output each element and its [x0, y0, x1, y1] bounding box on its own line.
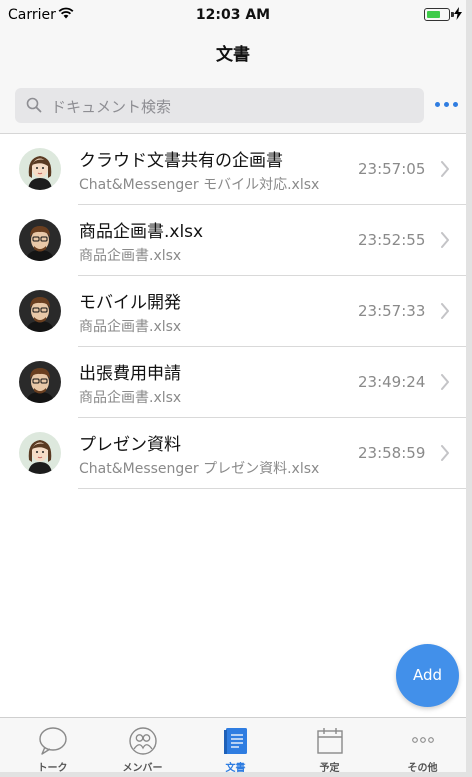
- document-row[interactable]: プレゼン資料 Chat&Messenger プレゼン資料.xlsx 23:58:59: [0, 418, 466, 489]
- status-bar: Carrier 12:03 AM: [0, 0, 466, 30]
- document-title: モバイル開発: [79, 293, 181, 313]
- document-title: 商品企画書.xlsx: [79, 222, 204, 242]
- document-list: クラウド文書共有の企画書 Chat&Messenger モバイル対応.xlsx 23…: [0, 134, 466, 489]
- more-options-icon[interactable]: [435, 95, 461, 113]
- tab-documents[interactable]: 文書: [189, 718, 282, 774]
- tab-label: 予定: [319, 763, 340, 774]
- chevron-right-icon: [440, 303, 450, 323]
- tab-label: トーク: [37, 763, 68, 774]
- chat-bubble-icon: [6, 726, 99, 756]
- tab-label: メンバー: [122, 763, 163, 774]
- male-avatar: [19, 361, 61, 403]
- document-time: 23:57:33: [358, 302, 426, 320]
- tab-members[interactable]: メンバー: [96, 718, 189, 774]
- search-icon: [26, 97, 42, 117]
- document-title: 出張費用申請: [79, 364, 181, 384]
- add-button[interactable]: Add: [396, 644, 459, 707]
- document-row[interactable]: クラウド文書共有の企画書 Chat&Messenger モバイル対応.xlsx 23…: [0, 134, 466, 205]
- chevron-right-icon: [440, 374, 450, 394]
- tab-bar: トーク メンバー 文書 予定 その他: [0, 717, 469, 774]
- document-filename: Chat&Messenger プレゼン資料.xlsx: [79, 461, 320, 477]
- document-row[interactable]: 商品企画書.xlsx 商品企画書.xlsx 23:52:55: [0, 205, 466, 276]
- tab-other[interactable]: その他: [376, 718, 469, 774]
- tab-label: その他: [407, 763, 438, 774]
- document-filename: 商品企画書.xlsx: [79, 319, 182, 335]
- battery-icon: [424, 8, 454, 21]
- more-icon: [376, 726, 469, 756]
- navigation-bar: 文書 ドキュメント検索: [0, 30, 466, 134]
- female-avatar: [19, 148, 61, 190]
- document-row[interactable]: 出張費用申請商品企画書.xlsx 23:49:24: [0, 347, 466, 418]
- male-avatar: [19, 219, 61, 261]
- document-title: クラウド文書共有の企画書: [79, 151, 283, 171]
- search-input[interactable]: ドキュメント検索: [15, 88, 424, 123]
- chevron-right-icon: [440, 232, 450, 252]
- tab-schedule[interactable]: 予定: [283, 718, 376, 774]
- document-title: プレゼン資料: [79, 435, 181, 455]
- page-title: 文書: [216, 45, 250, 65]
- status-time: 12:03 AM: [195, 7, 271, 23]
- tab-label: 文書: [225, 763, 246, 774]
- members-icon: [96, 726, 189, 756]
- male-avatar: [19, 290, 61, 332]
- document-filename: 商品企画書.xlsx: [79, 248, 182, 264]
- document-time: 23:49:24: [358, 373, 426, 391]
- charging-bolt-icon: [454, 7, 462, 23]
- document-time: 23:58:59: [358, 444, 426, 462]
- document-icon: [189, 726, 282, 756]
- chevron-right-icon: [440, 161, 450, 181]
- app-frame: Carrier 12:03 AM 文書 ドキュメント検索 クラウド文書共有の企画…: [0, 0, 472, 777]
- document-filename: Chat&Messenger モバイル対応.xlsx: [79, 177, 320, 193]
- search-placeholder: ドキュメント検索: [51, 98, 172, 116]
- document-filename: 商品企画書.xlsx: [79, 390, 182, 406]
- document-time: 23:57:05: [358, 160, 426, 178]
- document-time: 23:52:55: [358, 231, 426, 249]
- chevron-right-icon: [440, 445, 450, 465]
- tab-talk[interactable]: トーク: [6, 718, 99, 774]
- document-row[interactable]: モバイル開発商品企画書.xlsx 23:57:33: [0, 276, 466, 347]
- female-avatar: [19, 432, 61, 474]
- row-divider: [78, 488, 466, 489]
- calendar-icon: [283, 726, 376, 756]
